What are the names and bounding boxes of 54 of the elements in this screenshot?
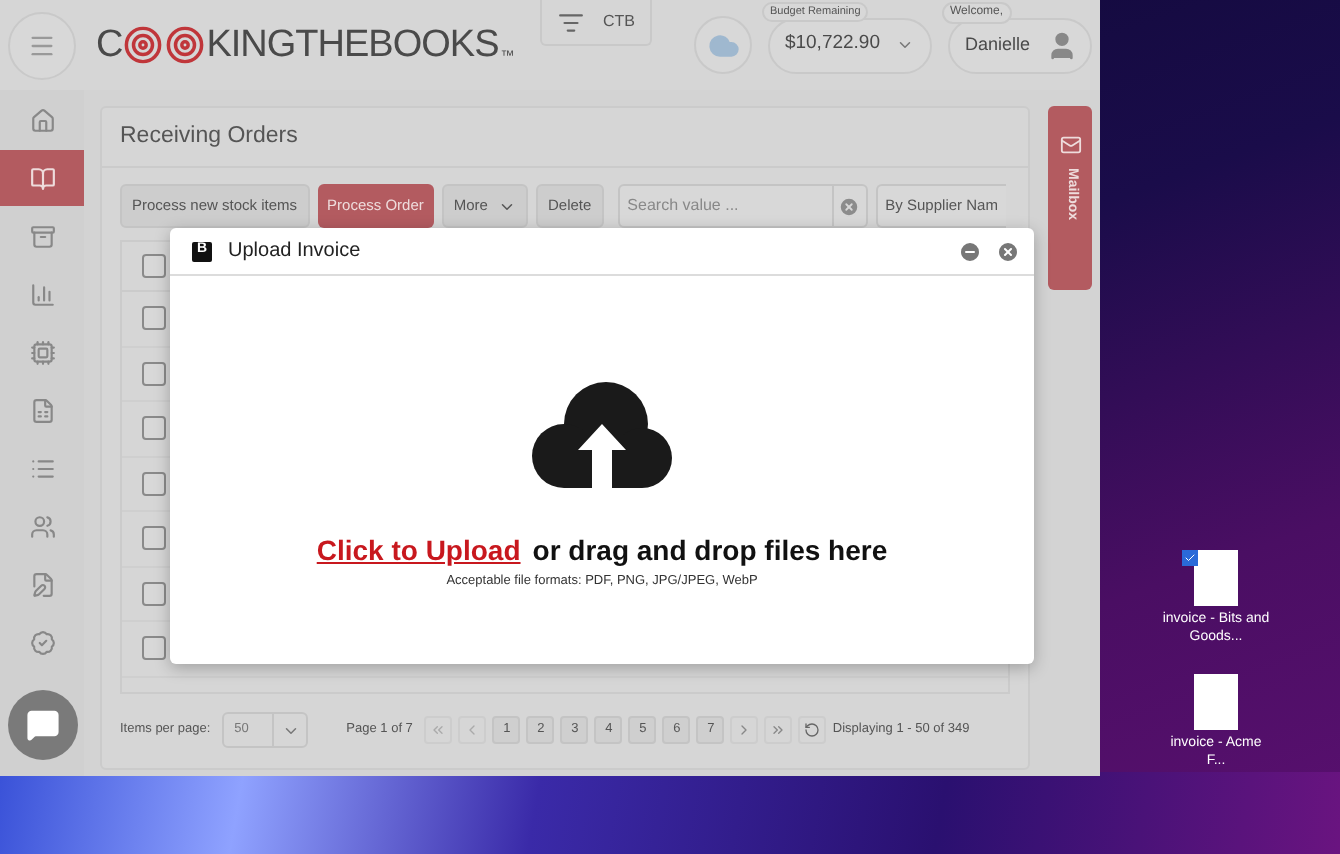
panel-title: Receiving Orders	[120, 121, 298, 152]
checkbox[interactable]	[142, 416, 166, 441]
logo-text: KINGTHEBOOKS	[206, 26, 499, 64]
refresh-button[interactable]	[798, 716, 827, 744]
user-menu[interactable]: Danielle	[948, 17, 1092, 73]
refresh-icon	[804, 722, 821, 738]
last-page-icon	[770, 722, 787, 738]
chip-icon	[29, 339, 55, 365]
search-field[interactable]: Search value ...	[617, 184, 868, 228]
filter-icon	[557, 9, 583, 35]
drag-drop-text: or drag and drop files here	[532, 532, 888, 570]
last-page-button[interactable]	[764, 716, 793, 744]
home-icon	[29, 107, 55, 133]
clear-icon	[838, 195, 861, 217]
selection-checkbox	[1182, 550, 1198, 566]
weather-button[interactable]	[694, 16, 752, 74]
checkbox[interactable]	[142, 361, 166, 386]
upload-link[interactable]: Click to Upload	[316, 530, 521, 572]
caret-icon	[896, 36, 914, 54]
document-icon	[29, 397, 55, 423]
checkbox[interactable]	[142, 306, 166, 331]
previous-page-button[interactable]	[458, 716, 487, 744]
budget-dropdown[interactable]: $10,722.90	[768, 17, 932, 73]
checkbox[interactable]	[142, 581, 166, 606]
bar-chart-icon	[29, 281, 55, 307]
checkbox[interactable]	[142, 636, 166, 661]
dialog-title: Upload Invoice	[228, 238, 361, 266]
first-page-button[interactable]	[424, 716, 453, 744]
cloud-icon	[707, 29, 739, 61]
user-icon	[1046, 29, 1078, 61]
edit-document-icon	[29, 571, 55, 597]
search-input[interactable]: Search value ...	[627, 194, 832, 218]
next-page-button[interactable]	[730, 716, 759, 744]
checkbox[interactable]	[142, 254, 166, 278]
target-logo-icon	[124, 26, 163, 64]
checkbox[interactable]	[142, 526, 166, 551]
menu-icon	[28, 31, 56, 59]
close-button[interactable]	[996, 239, 1020, 263]
store-filter-tab[interactable]: CTB	[540, 0, 652, 46]
mail-icon	[1059, 134, 1081, 156]
logo-text: C	[96, 26, 123, 64]
budget-value: $10,722.90	[784, 30, 880, 59]
chat-icon	[26, 708, 60, 742]
badge-icon	[29, 629, 55, 655]
box-icon	[29, 223, 55, 249]
book-icon	[29, 165, 55, 191]
checkbox[interactable]	[142, 471, 166, 496]
user-name: Danielle	[964, 31, 1030, 58]
menu-button[interactable]	[8, 11, 76, 79]
first-page-icon	[430, 722, 447, 738]
minimize-button[interactable]	[958, 239, 982, 263]
people-icon	[29, 513, 55, 539]
sidebar-item[interactable]	[0, 150, 84, 206]
target-logo-icon	[166, 26, 205, 64]
